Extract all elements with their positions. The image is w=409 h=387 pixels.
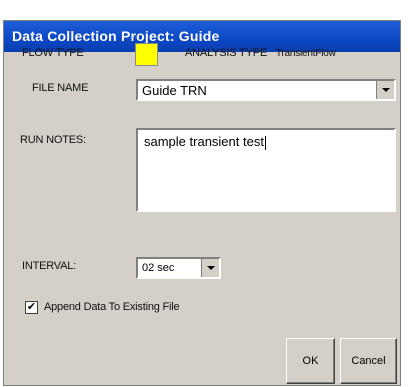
flow-type-color-swatch[interactable] <box>135 43 158 66</box>
run-notes-textarea[interactable]: sample transient test <box>136 128 396 212</box>
chevron-down-icon <box>381 88 390 92</box>
interval-value: 02 sec <box>142 262 175 274</box>
append-label: Append Data To Existing File <box>44 301 180 313</box>
file-name-select[interactable]: Guide TRN <box>136 79 396 101</box>
checkmark-icon: ✔ <box>26 301 37 313</box>
analysis-type-label-text: ANALYSIS TYPE <box>185 47 267 59</box>
window-title: Data Collection Project: Guide <box>12 28 220 44</box>
run-notes-text: sample transient test <box>144 134 264 149</box>
file-name-value: Guide TRN <box>142 83 207 98</box>
flow-type-label: FLOW TYPE <box>22 47 84 59</box>
analysis-type-value: TransientFlow <box>275 48 336 59</box>
run-notes-label: RUN NOTES: <box>20 134 86 146</box>
ok-button[interactable]: OK <box>286 338 335 384</box>
file-name-dropdown-button[interactable] <box>376 81 394 99</box>
cancel-button[interactable]: Cancel <box>340 338 397 384</box>
text-caret <box>264 135 266 150</box>
interval-label: INTERVAL: <box>22 260 77 272</box>
interval-select[interactable]: 02 sec <box>136 257 221 279</box>
file-name-label: FILE NAME <box>32 82 89 94</box>
append-checkbox[interactable]: ✔ <box>25 301 38 314</box>
interval-dropdown-button[interactable] <box>201 259 219 277</box>
analysis-type-label: ANALYSIS TYPE TransientFlow <box>185 47 336 59</box>
chevron-down-icon <box>206 266 215 270</box>
